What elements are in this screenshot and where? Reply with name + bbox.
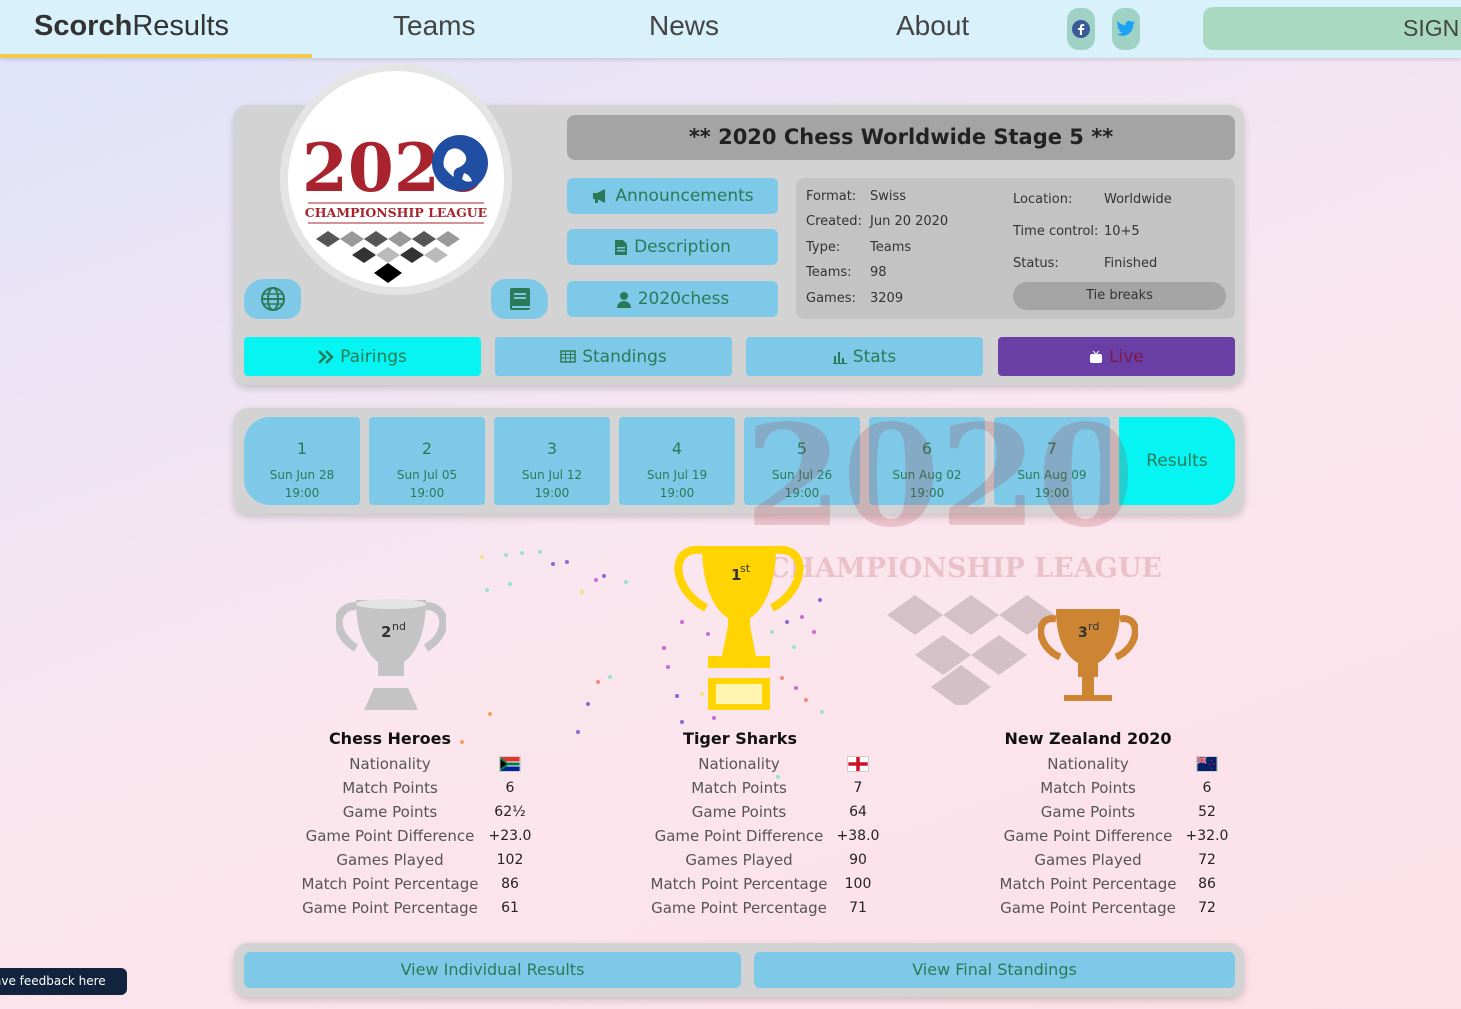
info-label: Format:	[806, 189, 857, 204]
info-value: Swiss	[870, 189, 907, 204]
tab-stats[interactable]: Stats	[746, 337, 983, 376]
twitter-icon[interactable]	[1112, 8, 1140, 50]
tournament-info-box: Format: Swiss Created: Jun 20 2020 Type:…	[796, 178, 1235, 319]
top-navbar: ScorchResults Teams News About SIGN	[0, 0, 1461, 58]
view-final-standings-button[interactable]: View Final Standings	[754, 952, 1235, 988]
round-tile-2[interactable]: 2 Sun Jul 05 19:00	[369, 417, 485, 505]
globe-icon[interactable]	[244, 279, 301, 319]
info-value: Worldwide	[1104, 192, 1172, 207]
brand-underline	[0, 54, 312, 58]
info-label: Location:	[1013, 192, 1073, 207]
svg-text:rd: rd	[1088, 620, 1099, 633]
view-individual-results-button[interactable]: View Individual Results	[244, 952, 741, 988]
description-label: Description	[634, 237, 731, 257]
brand-logo[interactable]: ScorchResults	[34, 10, 229, 43]
facebook-icon[interactable]	[1067, 8, 1095, 50]
england-flag-icon	[847, 756, 869, 772]
tab-standings[interactable]: Standings	[495, 337, 732, 376]
tv-icon	[1090, 350, 1103, 363]
tab-pairings[interactable]: Pairings	[244, 337, 481, 376]
feedback-button[interactable]: ave feedback here	[0, 968, 127, 995]
info-value: Teams	[870, 240, 912, 255]
signin-button[interactable]: SIGN	[1203, 7, 1461, 50]
round-tile-1[interactable]: 1 Sun Jun 28 19:00	[244, 417, 360, 505]
tournament-title: ** 2020 Chess Worldwide Stage 5 **	[567, 115, 1235, 160]
nav-link-teams[interactable]: Teams	[393, 10, 475, 42]
user-icon	[616, 291, 631, 308]
info-label: Teams:	[806, 265, 852, 280]
info-value: Jun 20 2020	[870, 214, 949, 229]
announcements-button[interactable]: Announcements	[567, 178, 778, 214]
double-chevron-right-icon	[318, 349, 334, 364]
svg-text:CHAMPIONSHIP LEAGUE: CHAMPIONSHIP LEAGUE	[305, 205, 487, 220]
tab-pairings-label: Pairings	[340, 346, 407, 367]
tab-live[interactable]: Live	[998, 337, 1235, 376]
document-icon	[615, 239, 628, 255]
tab-live-label: Live	[1109, 346, 1144, 367]
bar-chart-icon	[832, 351, 847, 364]
svg-text:CHAMPIONSHIP LEAGUE: CHAMPIONSHIP LEAGUE	[768, 553, 1162, 584]
tab-stats-label: Stats	[852, 346, 897, 367]
megaphone-icon	[593, 189, 606, 203]
organizer-label: 2020chess	[637, 289, 730, 309]
svg-text:st: st	[740, 562, 751, 575]
book-icon[interactable]	[491, 279, 548, 319]
nav-link-news[interactable]: News	[649, 10, 719, 42]
nav-link-about[interactable]: About	[896, 10, 969, 42]
svg-text:nd: nd	[392, 620, 406, 633]
team-name-first[interactable]: Tiger Sharks	[640, 729, 840, 748]
round-tile-4[interactable]: 4 Sun Jul 19 19:00	[619, 417, 735, 505]
team-name-second[interactable]: Chess Heroes	[290, 729, 490, 748]
info-value: 98	[870, 265, 887, 280]
info-value: 10+5	[1104, 224, 1140, 239]
new-zealand-flag-icon	[1196, 756, 1218, 772]
info-value: Finished	[1104, 256, 1158, 271]
svg-text:3: 3	[1078, 625, 1088, 641]
svg-text:2: 2	[381, 623, 391, 641]
description-button[interactable]: Description	[567, 229, 778, 265]
bronze-trophy-icon: 3 rd	[1038, 609, 1138, 701]
tie-breaks-button[interactable]: Tie breaks	[1013, 282, 1226, 310]
tab-standings-label: Standings	[582, 346, 667, 367]
svg-text:2020: 2020	[745, 395, 1135, 559]
info-label: Created:	[806, 214, 862, 229]
announcements-label: Announcements	[615, 186, 754, 206]
info-label: Time control:	[1013, 224, 1099, 239]
info-label: Games:	[806, 291, 856, 306]
table-icon	[560, 350, 576, 363]
info-label: Type:	[806, 240, 841, 255]
silver-trophy-icon: 2 nd	[336, 599, 446, 710]
organizer-button[interactable]: 2020chess	[567, 281, 778, 317]
round-tile-3[interactable]: 3 Sun Jul 12 19:00	[494, 417, 610, 505]
info-value: 3209	[870, 291, 904, 306]
gold-trophy-icon: 1 st	[674, 545, 804, 710]
info-label: Status:	[1013, 256, 1059, 271]
south-africa-flag-icon	[499, 756, 521, 772]
team-name-third[interactable]: New Zealand 2020	[988, 729, 1188, 748]
tournament-logo: 2020 CHAMPIONSHIP LEAGUE	[280, 63, 512, 295]
